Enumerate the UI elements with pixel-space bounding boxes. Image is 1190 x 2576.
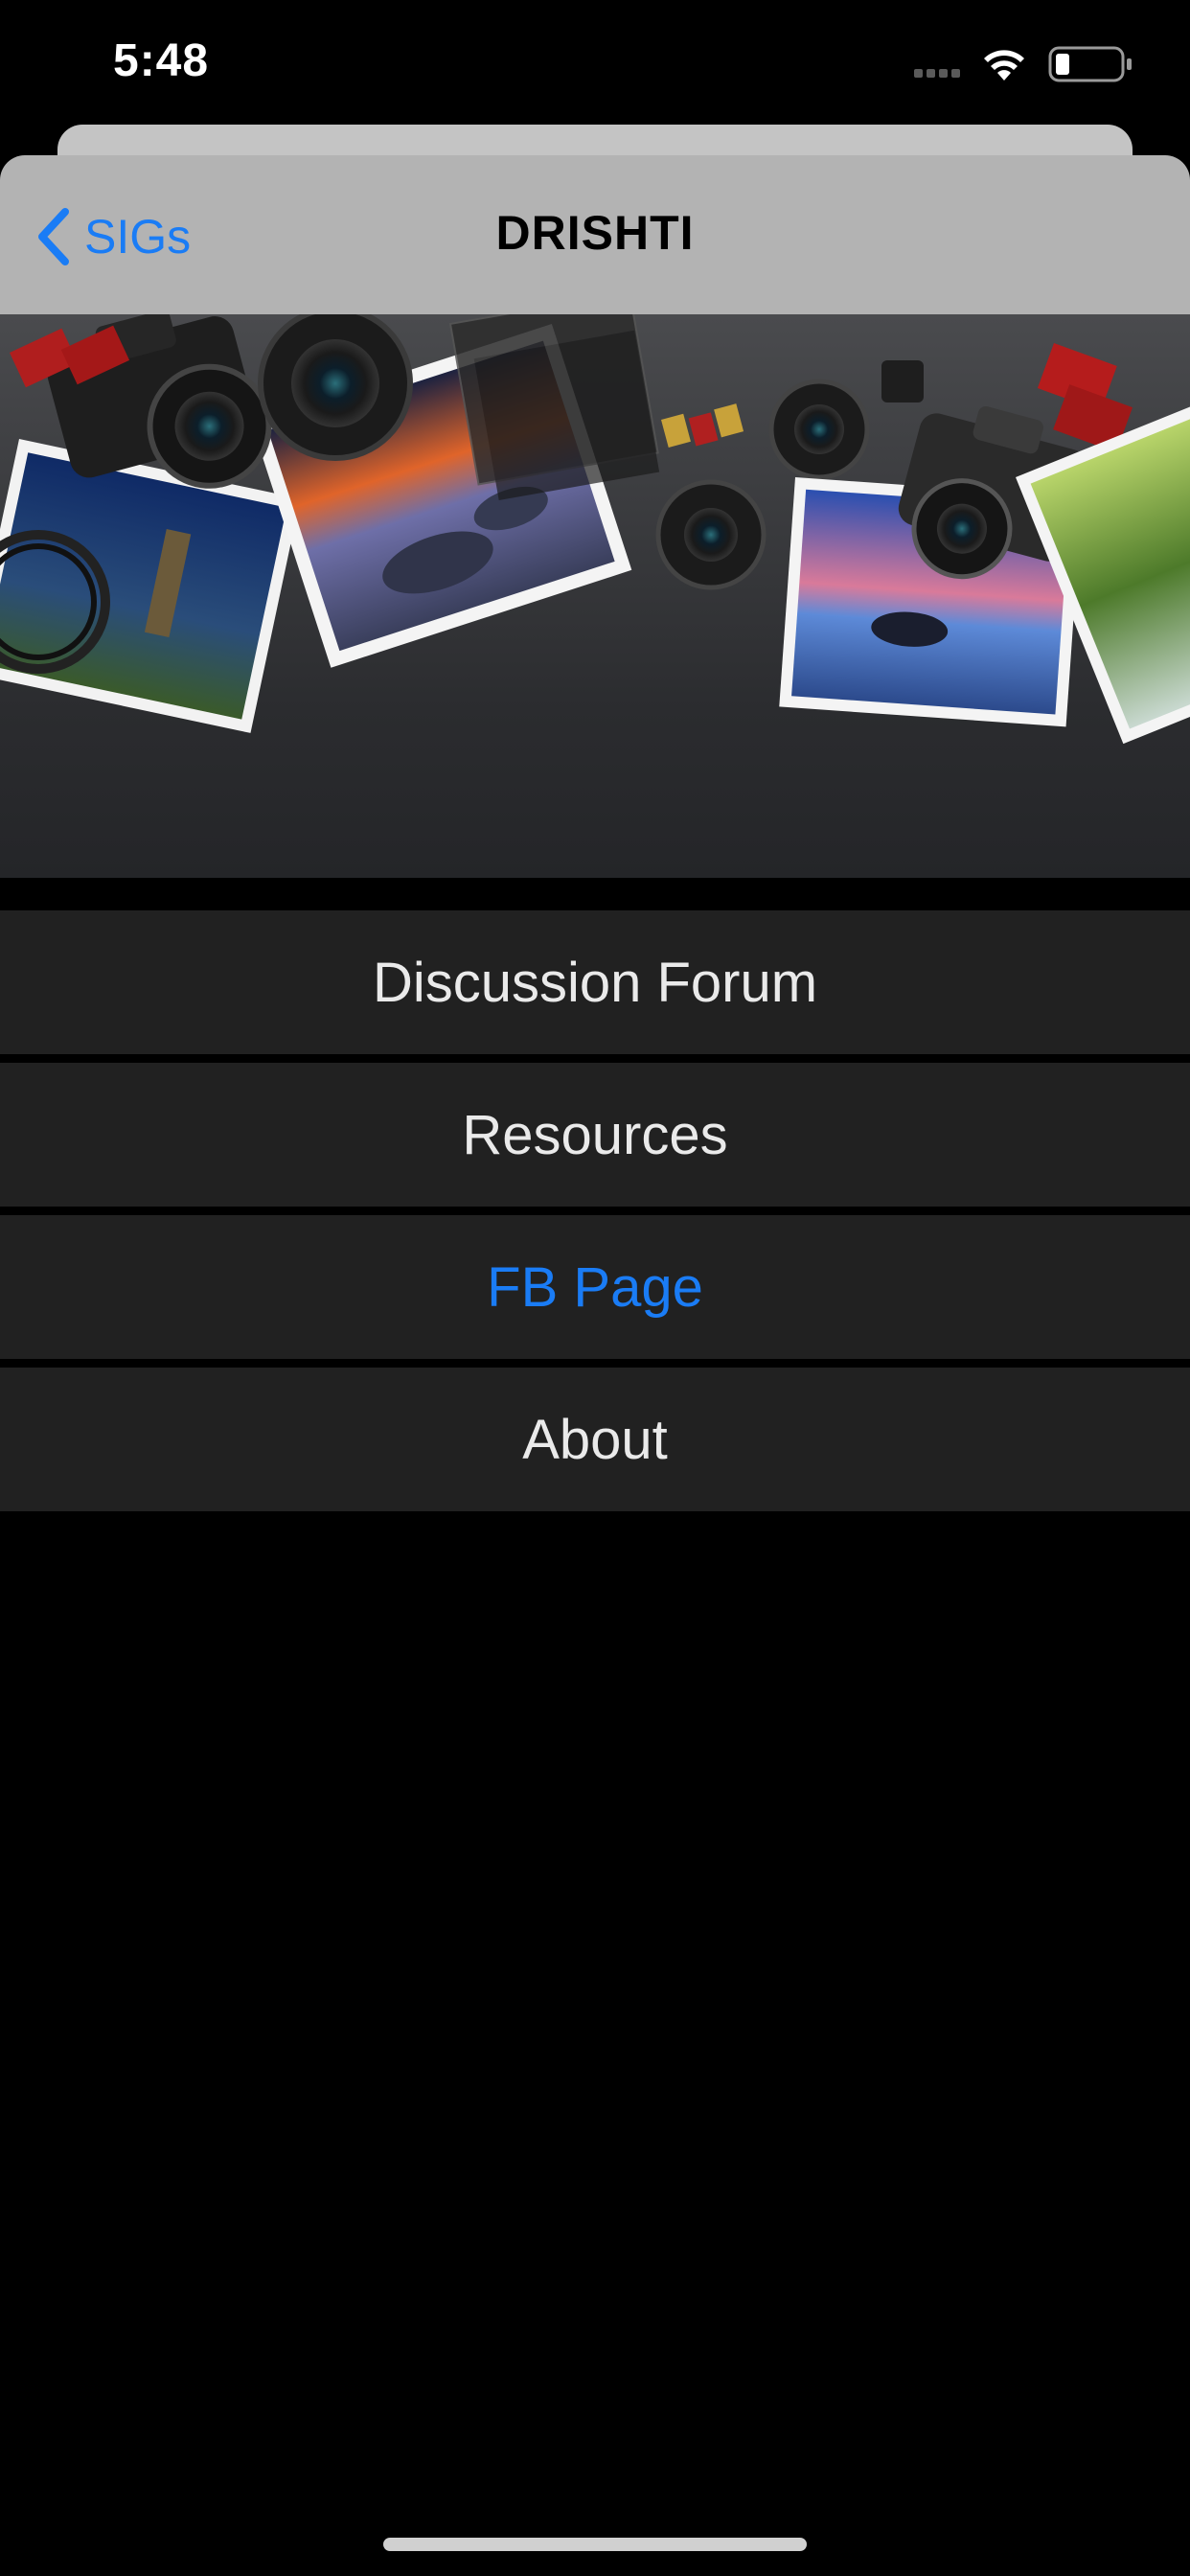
main-sheet: SIGs DRISHTI Discussion Forum Resources … <box>0 155 1190 2576</box>
home-indicator[interactable] <box>383 2538 807 2551</box>
menu-item-resources[interactable]: Resources <box>0 1063 1190 1207</box>
wifi-icon <box>984 50 1024 80</box>
status-time: 5:48 <box>113 35 210 86</box>
menu-item-discussion-forum[interactable]: Discussion Forum <box>0 910 1190 1054</box>
status-bar: 5:48 <box>0 0 1190 125</box>
status-icons <box>914 46 1132 82</box>
navigation-bar: SIGs DRISHTI <box>0 155 1190 314</box>
signal-icon <box>914 69 960 78</box>
menu-item-fb-page[interactable]: FB Page <box>0 1215 1190 1359</box>
battery-icon <box>1048 46 1132 82</box>
hero-banner-image <box>0 314 1190 878</box>
menu-list: Discussion Forum Resources FB Page About <box>0 910 1190 1520</box>
menu-item-about[interactable]: About <box>0 1368 1190 1511</box>
page-title: DRISHTI <box>495 206 695 260</box>
